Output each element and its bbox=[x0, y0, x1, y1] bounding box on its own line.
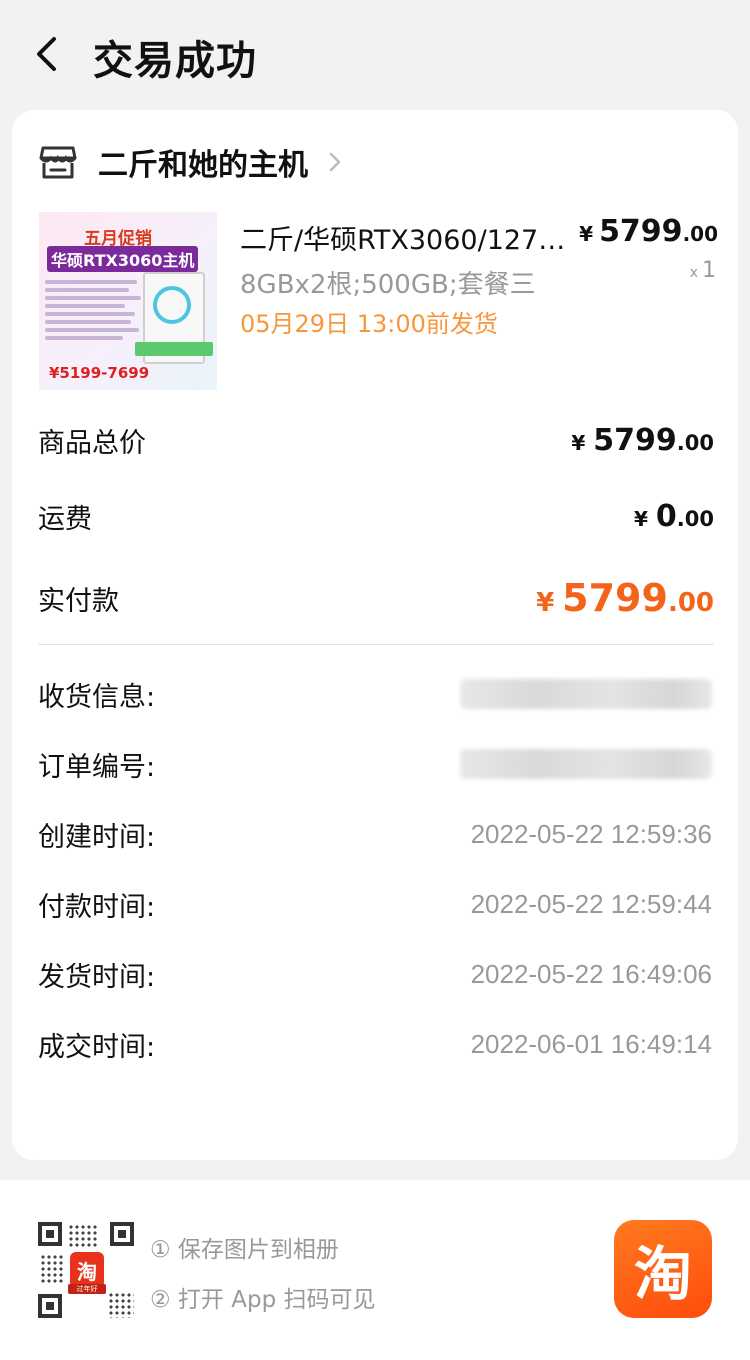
amount-paid-label: 实付款 bbox=[38, 585, 119, 617]
chevron-right-icon bbox=[329, 152, 341, 172]
created-time-label: 创建时间: bbox=[38, 821, 156, 853]
product-price: ¥5799.00 bbox=[579, 214, 718, 249]
qr-center-logo: 淘 bbox=[70, 1252, 104, 1288]
receiver-info-row[interactable]: 收货信息: bbox=[38, 674, 712, 714]
paid-time-label: 付款时间: bbox=[38, 891, 156, 923]
share-footer: 淘 过年好 ① 保存图片到相册 ② 打开 App 扫码可见 淘 bbox=[0, 1180, 750, 1360]
qr-modules bbox=[40, 1254, 64, 1284]
shop-header[interactable]: 二斤和她的主机 bbox=[38, 140, 712, 184]
product-quantity: x1 bbox=[690, 258, 716, 283]
shipping-fee-label: 运费 bbox=[38, 503, 92, 535]
thumbnail-spec-lines bbox=[45, 276, 145, 344]
qr-modules bbox=[68, 1224, 98, 1248]
price-integer: 5799 bbox=[599, 214, 683, 249]
shipping-fee-value: ¥0.00 bbox=[634, 499, 714, 534]
divider bbox=[38, 644, 714, 645]
price-decimal: .00 bbox=[676, 506, 714, 531]
shipped-time-label: 发货时间: bbox=[38, 961, 156, 993]
amount-paid-value: ¥5799.00 bbox=[536, 576, 714, 620]
back-button[interactable] bbox=[26, 32, 66, 76]
price-decimal: .00 bbox=[682, 222, 718, 246]
order-number-label: 订单编号: bbox=[38, 751, 156, 783]
completed-time-label: 成交时间: bbox=[38, 1031, 156, 1063]
goods-total-value: ¥5799.00 bbox=[571, 423, 714, 458]
product-title: 二斤/华硕RTX3060/127… bbox=[240, 225, 566, 256]
qr-finder bbox=[38, 1294, 62, 1318]
receiver-info-redacted bbox=[460, 679, 712, 709]
completed-time-row: 成交时间: 2022-06-01 16:49:14 bbox=[38, 1024, 712, 1064]
order-card: 二斤和她的主机 五月促销 华硕RTX3060主机 ¥5199-7699 二斤/华… bbox=[12, 110, 738, 1160]
order-number-redacted bbox=[460, 749, 712, 779]
amount-paid-row: 实付款 ¥5799.00 bbox=[38, 576, 714, 620]
price-decimal: .00 bbox=[667, 588, 714, 618]
product-spec: 8GBx2根;500GB;套餐三 bbox=[240, 270, 536, 300]
top-bar: 交易成功 bbox=[0, 0, 750, 110]
shipped-time-row: 发货时间: 2022-05-22 16:49:06 bbox=[38, 954, 712, 994]
store-icon bbox=[39, 146, 77, 179]
price-integer: 5799 bbox=[593, 422, 677, 458]
quantity-prefix: x bbox=[689, 265, 698, 281]
paid-time-value: 2022-05-22 12:59:44 bbox=[470, 888, 712, 919]
thumbnail-subheadline: 华硕RTX3060主机 bbox=[47, 246, 199, 272]
chevron-left-icon bbox=[37, 37, 56, 71]
product-item[interactable]: 五月促销 华硕RTX3060主机 ¥5199-7699 二斤/华硕RTX3060… bbox=[12, 212, 738, 402]
qr-logo-tag: 过年好 bbox=[68, 1284, 106, 1294]
taobao-app-icon[interactable]: 淘 bbox=[614, 1220, 712, 1318]
quantity-value: 1 bbox=[702, 258, 716, 283]
currency-symbol: ¥ bbox=[536, 588, 555, 618]
goods-total-row: 商品总价 ¥5799.00 bbox=[38, 420, 714, 460]
goods-total-label: 商品总价 bbox=[38, 427, 146, 459]
instruction-step-1: ① 保存图片到相册 bbox=[150, 1237, 339, 1263]
created-time-value: 2022-05-22 12:59:36 bbox=[470, 818, 712, 849]
paid-time-row: 付款时间: 2022-05-22 12:59:44 bbox=[38, 884, 712, 924]
thumbnail-badge bbox=[135, 342, 213, 356]
currency-symbol: ¥ bbox=[579, 222, 594, 246]
price-integer: 5799 bbox=[562, 576, 668, 620]
qr-modules bbox=[108, 1292, 134, 1318]
product-thumbnail[interactable]: 五月促销 华硕RTX3060主机 ¥5199-7699 bbox=[39, 212, 217, 390]
shop-name: 二斤和她的主机 bbox=[98, 148, 308, 183]
order-number-row[interactable]: 订单编号: bbox=[38, 744, 712, 784]
currency-symbol: ¥ bbox=[634, 506, 648, 531]
instruction-step-2: ② 打开 App 扫码可见 bbox=[150, 1287, 376, 1313]
qr-finder bbox=[38, 1222, 62, 1246]
currency-symbol: ¥ bbox=[571, 430, 586, 455]
page-title: 交易成功 bbox=[93, 38, 257, 84]
created-time-row: 创建时间: 2022-05-22 12:59:36 bbox=[38, 814, 712, 854]
shipping-deadline: 05月29日 13:00前发货 bbox=[240, 310, 498, 338]
qr-code-icon[interactable]: 淘 过年好 bbox=[38, 1222, 134, 1318]
price-integer: 0 bbox=[655, 498, 677, 534]
qr-finder bbox=[110, 1222, 134, 1246]
completed-time-value: 2022-06-01 16:49:14 bbox=[470, 1028, 712, 1059]
shipped-time-value: 2022-05-22 16:49:06 bbox=[470, 958, 712, 989]
shipping-fee-row: 运费 ¥0.00 bbox=[38, 496, 714, 536]
price-decimal: .00 bbox=[676, 430, 714, 455]
receiver-info-label: 收货信息: bbox=[38, 681, 156, 713]
thumbnail-price-range: ¥5199-7699 bbox=[49, 364, 150, 382]
